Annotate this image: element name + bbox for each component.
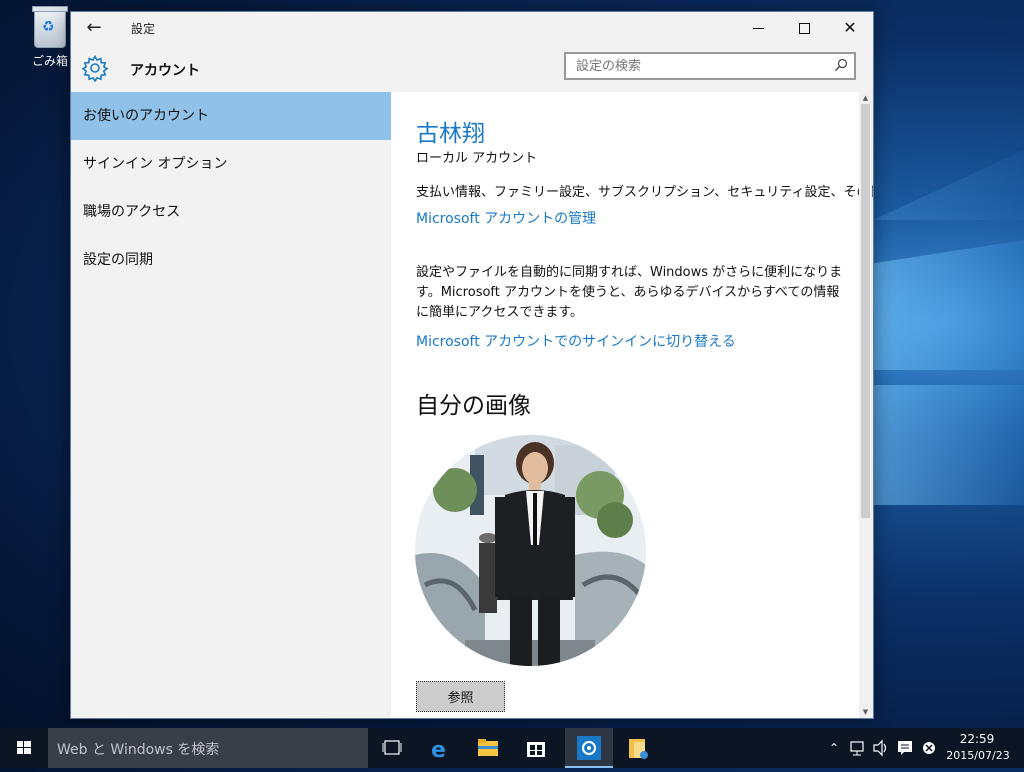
browse-button[interactable]: 参照 [416,681,505,712]
minimize-icon [752,27,764,29]
task-view-button[interactable] [368,728,416,768]
wallpaper-beam [873,240,1024,370]
user-avatar [415,435,646,666]
speaker-icon [873,739,887,757]
edge-button[interactable]: e [416,728,464,768]
scroll-thumb[interactable] [861,104,870,518]
content-pane: 古林翔 ローカル アカウント 支払い情報、ファミリー設定、サブスクリプション、セ… [391,92,873,718]
scroll-down-icon[interactable]: ▼ [859,706,872,718]
chevron-up-icon: ⌃ [828,741,840,755]
title-bar[interactable]: ← 設定 ✕ [71,12,873,44]
sidebar-item-signin-options[interactable]: サインイン オプション [71,140,391,188]
edge-icon: e [431,738,446,763]
back-arrow-icon: ← [86,17,102,38]
manage-account-link[interactable]: Microsoft アカウントの管理 [416,208,596,228]
sidebar-item-label: 職場のアクセス [83,204,181,220]
gear-icon [81,54,109,82]
search-input[interactable] [566,54,826,78]
recycle-bin-label: ごみ箱 [31,54,68,68]
your-picture-heading: 自分の画像 [416,393,531,419]
ime-button[interactable] [919,728,939,768]
clock-date[interactable]: 2015/07/23 [946,749,1010,762]
page-title: アカウント [130,63,200,79]
settings-search-box[interactable] [564,52,856,80]
sidebar-item-label: お使いのアカウント [83,108,209,124]
store-icon [527,742,545,757]
page-header: アカウント [71,44,873,92]
svg-text:e: e [431,738,446,763]
content-scrollbar[interactable]: ▲ ▼ [859,92,872,718]
maximize-button[interactable] [781,12,827,44]
sync-description: 設定やファイルを自動的に同期すれば、Windows がさらに便利になります。Mi… [416,265,843,320]
settings-taskbar-button[interactable] [565,728,613,768]
wallpaper-beam [873,150,1024,220]
windows-logo-icon [17,741,31,754]
settings-gear-icon [577,736,601,760]
user-name: 古林翔 [416,121,485,147]
sidebar-item-label: 設定の同期 [83,252,153,268]
recycle-bin-icon: ♻ [32,6,68,48]
settings-window: ← 設定 ✕ アカウント お使いのアカウント サインイン オプション [70,11,874,719]
maximize-icon [798,22,810,34]
folder-icon [478,739,498,756]
explorer-app-button[interactable] [614,728,662,768]
search-icon[interactable] [834,58,848,72]
taskbar: Web と Windows を検索 e ⌃ 22:59 2015/07/23 [0,728,1024,768]
minimize-button[interactable] [735,12,781,44]
scroll-up-icon[interactable]: ▲ [859,92,872,104]
sidebar-item-work-access[interactable]: 職場のアクセス [71,188,391,236]
recycle-bin[interactable]: ♻ ごみ箱 [26,6,74,69]
network-icon [850,741,864,756]
taskbar-search-box[interactable]: Web と Windows を検索 [48,728,368,768]
settings-sidebar: お使いのアカウント サインイン オプション 職場のアクセス 設定の同期 [71,92,391,718]
wallpaper-beam [873,385,1024,505]
ime-status-icon [923,742,935,754]
notification-icon [898,741,912,755]
volume-button[interactable] [871,728,891,768]
sidebar-item-your-account[interactable]: お使いのアカウント [71,92,391,140]
close-icon: ✕ [843,18,857,37]
account-type: ローカル アカウント [416,151,538,166]
switch-to-microsoft-account-link[interactable]: Microsoft アカウントでのサインインに切り替える [416,331,736,351]
task-view-icon [382,740,402,755]
network-button[interactable] [848,728,868,768]
back-button[interactable]: ← [79,14,109,42]
clock-time[interactable]: 22:59 [952,732,1002,746]
sidebar-item-label: サインイン オプション [83,156,228,172]
action-center-button[interactable] [895,728,915,768]
avatar-photo [415,435,646,666]
store-button[interactable] [512,728,560,768]
window-title: 設定 [131,22,156,36]
close-button[interactable]: ✕ [827,12,873,44]
billing-description: 支払い情報、ファミリー設定、サブスクリプション、セキュリティ設定、その他 [416,185,874,200]
show-hidden-icons-button[interactable]: ⌃ [826,728,842,768]
document-folder-icon [629,739,648,759]
file-explorer-button[interactable] [464,728,512,768]
start-button[interactable] [0,728,48,768]
sidebar-item-sync-settings[interactable]: 設定の同期 [71,236,391,284]
taskbar-search-placeholder: Web と Windows を検索 [57,742,220,758]
